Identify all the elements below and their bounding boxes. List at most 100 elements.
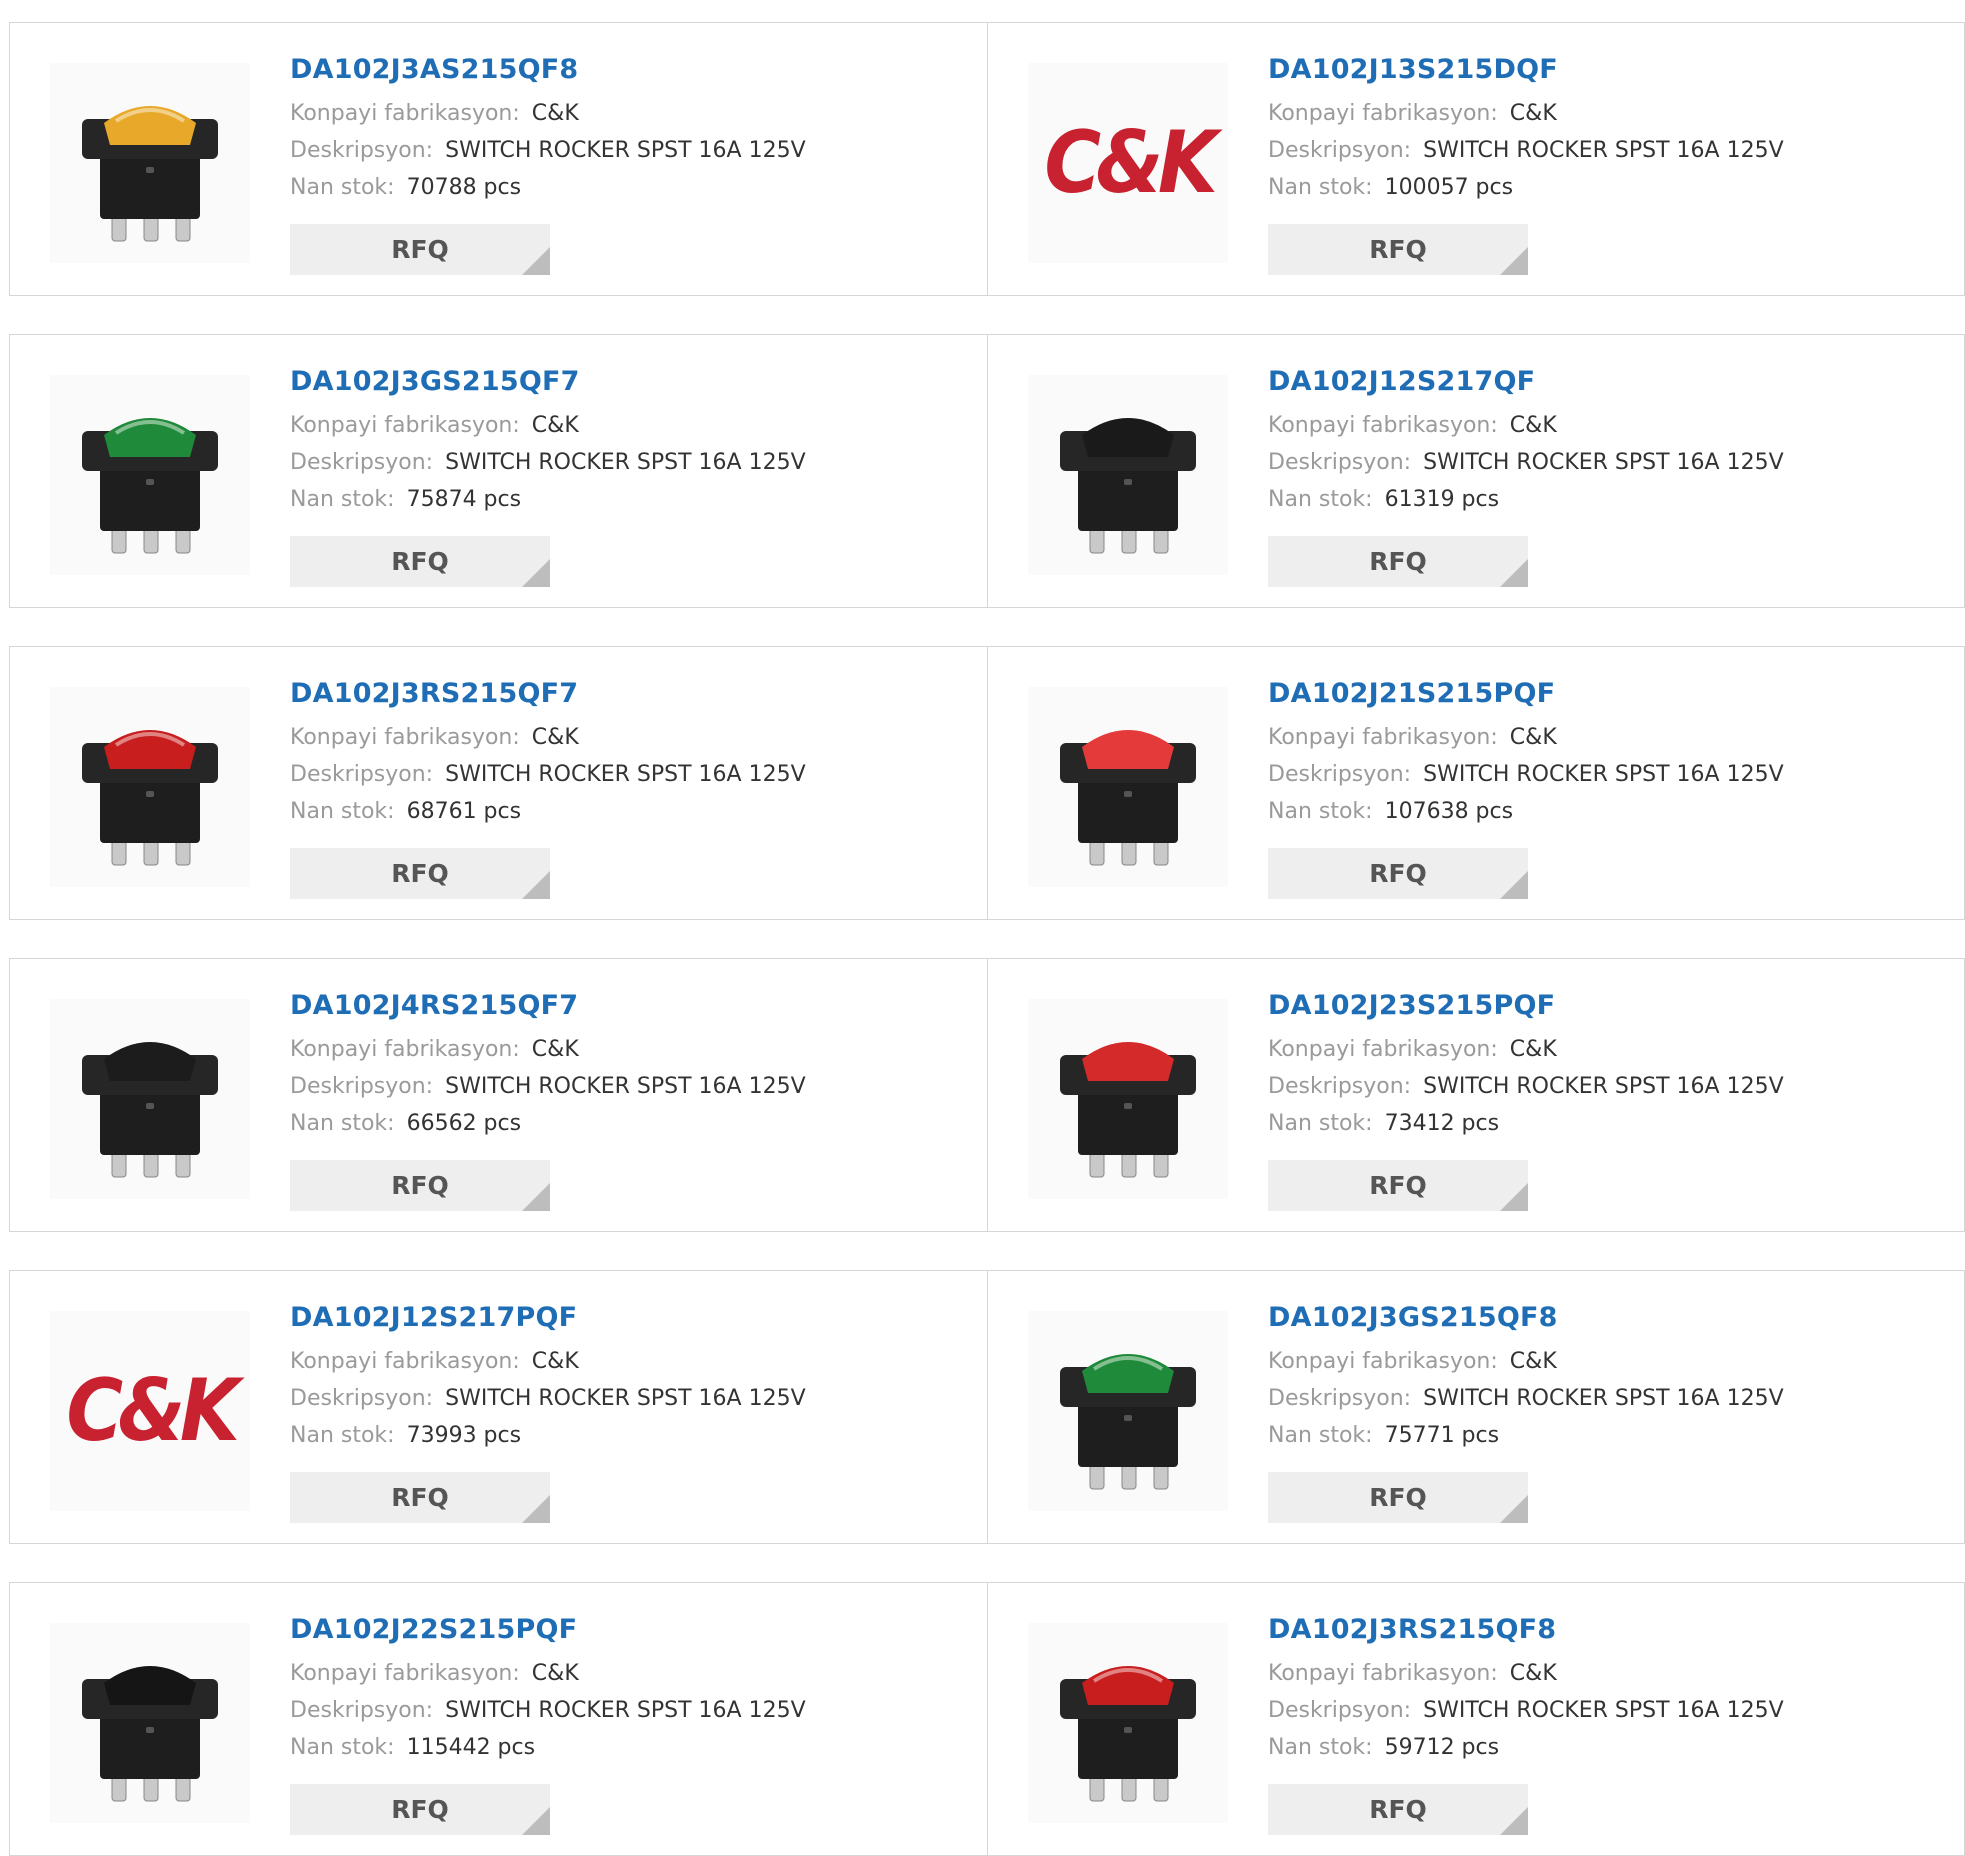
- rfq-label: RFQ: [391, 1483, 449, 1512]
- part-number-link[interactable]: DA102J22S215PQF: [290, 1613, 967, 1647]
- part-number-link[interactable]: DA102J3RS215QF7: [290, 677, 967, 711]
- product-image[interactable]: [1028, 687, 1228, 887]
- corner-triangle-icon: [1500, 1495, 1528, 1523]
- product-card: DA102J3GS215QF7 Konpayi fabrikasyon: C&K De…: [10, 335, 987, 607]
- rfq-label: RFQ: [391, 1171, 449, 1200]
- stock-line: Nan stok: 61319 pcs: [1268, 481, 1944, 518]
- manufacturer-line: Konpayi fabrikasyon: C&K: [1268, 1343, 1944, 1380]
- part-number-link[interactable]: DA102J3GS215QF8: [1268, 1301, 1944, 1335]
- manufacturer-value: C&K: [1509, 101, 1557, 126]
- rfq-button[interactable]: RFQ: [290, 1784, 550, 1835]
- description-value: SWITCH ROCKER SPST 16A 125V: [445, 1698, 806, 1723]
- product-image[interactable]: [1028, 999, 1228, 1199]
- rfq-button[interactable]: RFQ: [290, 1472, 550, 1523]
- rfq-label: RFQ: [1369, 1483, 1427, 1512]
- product-image[interactable]: [1028, 375, 1228, 575]
- product-image[interactable]: [50, 375, 250, 575]
- corner-triangle-icon: [1500, 1183, 1528, 1211]
- manufacturer-label: Konpayi fabrikasyon:: [1268, 101, 1498, 126]
- stock-line: Nan stok: 73412 pcs: [1268, 1105, 1944, 1142]
- stock-line: Nan stok: 75874 pcs: [290, 481, 967, 518]
- manufacturer-label: Konpayi fabrikasyon:: [290, 1349, 520, 1374]
- rfq-button[interactable]: RFQ: [1268, 848, 1528, 899]
- description-label: Deskripsyon:: [290, 762, 434, 787]
- rfq-button[interactable]: RFQ: [290, 848, 550, 899]
- stock-line: Nan stok: 66562 pcs: [290, 1105, 967, 1142]
- rfq-button[interactable]: RFQ: [290, 536, 550, 587]
- product-image[interactable]: [1028, 1311, 1228, 1511]
- description-label: Deskripsyon:: [1268, 1074, 1412, 1099]
- ck-logo-icon: C&K: [65, 1361, 239, 1461]
- description-line: Deskripsyon: SWITCH ROCKER SPST 16A 125V: [290, 756, 967, 793]
- part-number-link[interactable]: DA102J21S215PQF: [1268, 677, 1944, 711]
- product-image[interactable]: C&K: [1028, 63, 1228, 263]
- stock-label: Nan stok:: [1268, 1735, 1373, 1760]
- corner-triangle-icon: [1500, 559, 1528, 587]
- description-line: Deskripsyon: SWITCH ROCKER SPST 16A 125V: [290, 1692, 967, 1729]
- rocker-switch-icon: [60, 1007, 240, 1191]
- stock-value: 75874 pcs: [406, 487, 522, 512]
- stock-label: Nan stok:: [290, 1111, 395, 1136]
- part-number-link[interactable]: DA102J12S217QF: [1268, 365, 1944, 399]
- rfq-label: RFQ: [1369, 1171, 1427, 1200]
- manufacturer-value: C&K: [531, 1661, 579, 1686]
- part-number-link[interactable]: DA102J3RS215QF8: [1268, 1613, 1944, 1647]
- rocker-switch-icon: [1038, 695, 1218, 879]
- stock-line: Nan stok: 115442 pcs: [290, 1729, 967, 1766]
- description-value: SWITCH ROCKER SPST 16A 125V: [1423, 1386, 1784, 1411]
- description-value: SWITCH ROCKER SPST 16A 125V: [445, 762, 806, 787]
- rfq-label: RFQ: [1369, 547, 1427, 576]
- description-label: Deskripsyon:: [1268, 762, 1412, 787]
- product-image[interactable]: [50, 1623, 250, 1823]
- stock-value: 73412 pcs: [1384, 1111, 1500, 1136]
- stock-value: 75771 pcs: [1384, 1423, 1500, 1448]
- corner-triangle-icon: [522, 1495, 550, 1523]
- rfq-button[interactable]: RFQ: [1268, 224, 1528, 275]
- manufacturer-value: C&K: [1509, 1037, 1557, 1062]
- rfq-button[interactable]: RFQ: [290, 1160, 550, 1211]
- product-image[interactable]: [1028, 1623, 1228, 1823]
- product-image[interactable]: [50, 687, 250, 887]
- part-number-link[interactable]: DA102J3AS215QF8: [290, 53, 967, 87]
- description-label: Deskripsyon:: [1268, 138, 1412, 163]
- description-line: Deskripsyon: SWITCH ROCKER SPST 16A 125V: [290, 1380, 967, 1417]
- product-image[interactable]: C&K: [50, 1311, 250, 1511]
- part-number-link[interactable]: DA102J3GS215QF7: [290, 365, 967, 399]
- rfq-button[interactable]: RFQ: [1268, 536, 1528, 587]
- part-number-link[interactable]: DA102J23S215PQF: [1268, 989, 1944, 1023]
- product-row: DA102J4RS215QF7 Konpayi fabrikasyon: C&K De…: [9, 958, 1965, 1232]
- manufacturer-value: C&K: [531, 101, 579, 126]
- description-value: SWITCH ROCKER SPST 16A 125V: [1423, 1074, 1784, 1099]
- product-card: C&K DA102J13S215DQF Konpayi fabrikasyon: C&…: [987, 23, 1964, 295]
- stock-label: Nan stok:: [290, 1735, 395, 1760]
- manufacturer-line: Konpayi fabrikasyon: C&K: [290, 1031, 967, 1068]
- product-row: DA102J3GS215QF7 Konpayi fabrikasyon: C&K De…: [9, 334, 1965, 608]
- manufacturer-line: Konpayi fabrikasyon: C&K: [1268, 95, 1944, 132]
- rfq-button[interactable]: RFQ: [290, 224, 550, 275]
- manufacturer-value: C&K: [531, 413, 579, 438]
- description-label: Deskripsyon:: [1268, 1386, 1412, 1411]
- stock-line: Nan stok: 59712 pcs: [1268, 1729, 1944, 1766]
- corner-triangle-icon: [1500, 247, 1528, 275]
- part-number-link[interactable]: DA102J13S215DQF: [1268, 53, 1944, 87]
- manufacturer-value: C&K: [1509, 413, 1557, 438]
- rfq-button[interactable]: RFQ: [1268, 1472, 1528, 1523]
- part-number-link[interactable]: DA102J12S217PQF: [290, 1301, 967, 1335]
- rfq-label: RFQ: [1369, 859, 1427, 888]
- stock-label: Nan stok:: [290, 1423, 395, 1448]
- stock-line: Nan stok: 73993 pcs: [290, 1417, 967, 1454]
- product-image[interactable]: [50, 63, 250, 263]
- product-image[interactable]: [50, 999, 250, 1199]
- description-label: Deskripsyon:: [290, 1386, 434, 1411]
- manufacturer-value: C&K: [531, 1349, 579, 1374]
- product-card: DA102J3AS215QF8 Konpayi fabrikasyon: C&K De…: [10, 23, 987, 295]
- rfq-button[interactable]: RFQ: [1268, 1784, 1528, 1835]
- ck-logo-icon: C&K: [1043, 113, 1217, 213]
- part-number-link[interactable]: DA102J4RS215QF7: [290, 989, 967, 1023]
- stock-label: Nan stok:: [1268, 799, 1373, 824]
- product-row: DA102J3RS215QF7 Konpayi fabrikasyon: C&K De…: [9, 646, 1965, 920]
- product-info: DA102J21S215PQF Konpayi fabrikasyon: C&K De…: [1268, 677, 1944, 830]
- manufacturer-label: Konpayi fabrikasyon:: [1268, 1037, 1498, 1062]
- rfq-button[interactable]: RFQ: [1268, 1160, 1528, 1211]
- product-info: DA102J3RS215QF8 Konpayi fabrikasyon: C&K De…: [1268, 1613, 1944, 1766]
